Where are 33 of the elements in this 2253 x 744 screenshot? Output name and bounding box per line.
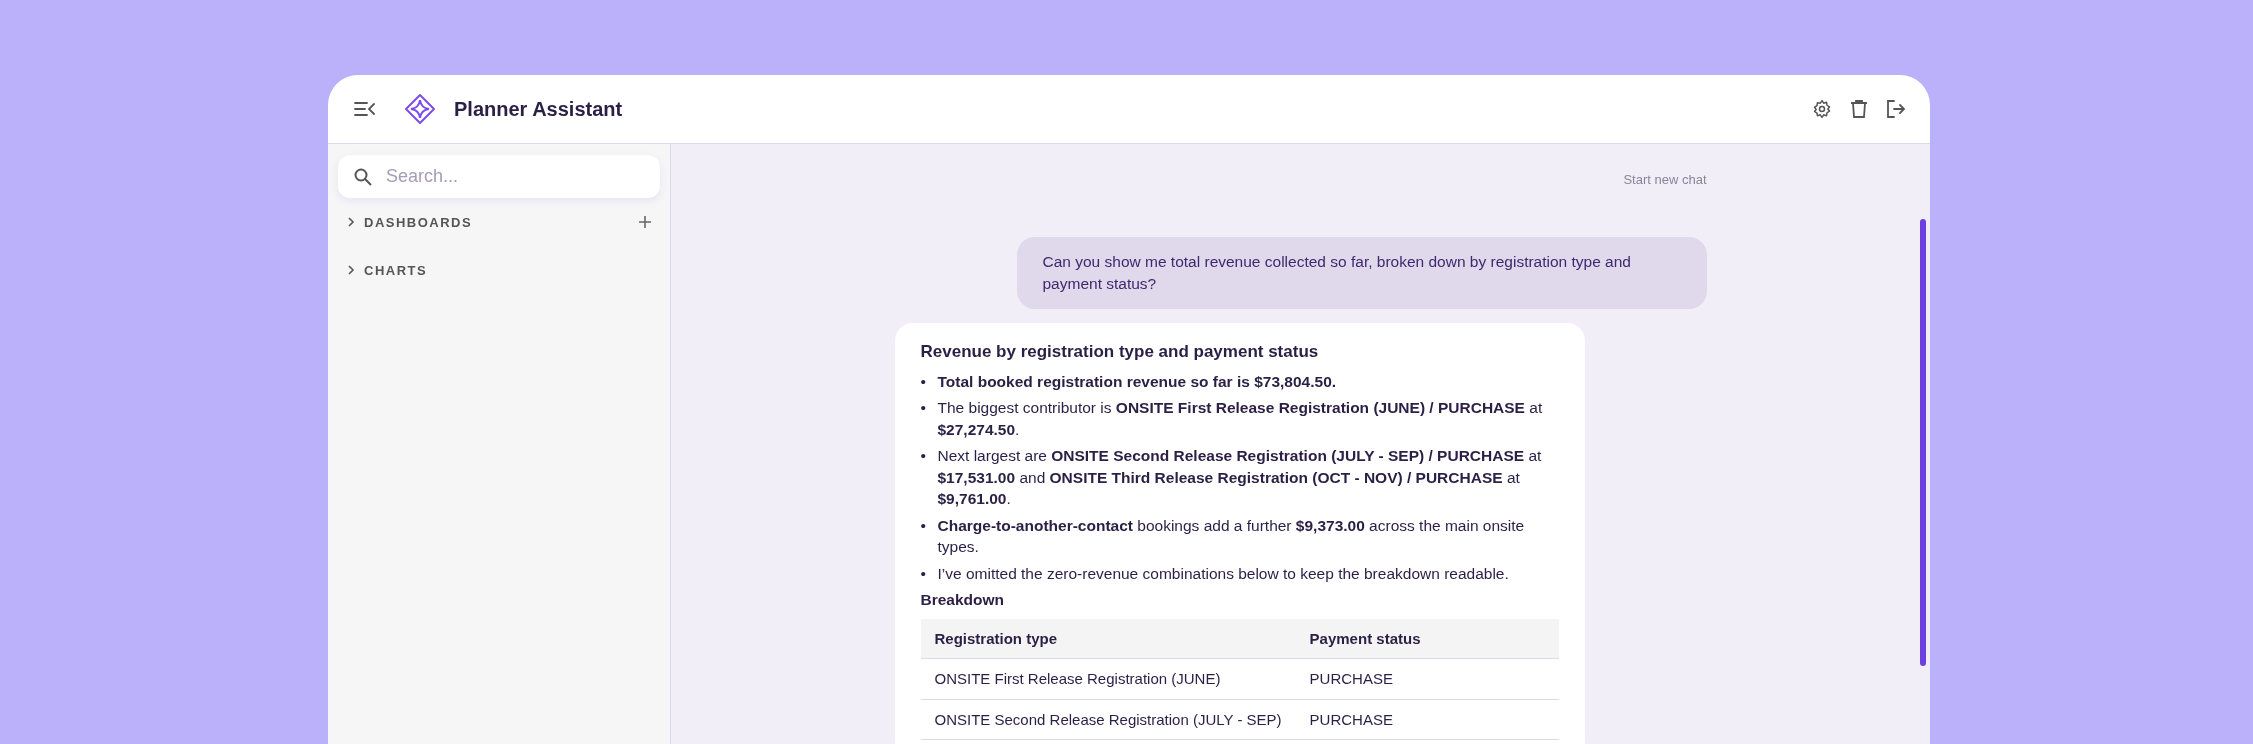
bullet-point: Next largest are ONSITE Second Release Registration (JULY - SEP) / PURCHASE at $17,531.00 and ONSITE Third Release Registration (OCT - NOV) / PURCHASE at $9,761.00. [937, 446, 1543, 509]
bullet-marker: • [920, 563, 927, 584]
table-cell: ONSITE Second Release Registration (JULY - SEP) [920, 699, 1296, 740]
bullet-point: I’ve omitted the zero-revenue combinations below to keep the breakdown readable. [937, 563, 1510, 584]
trash-icon[interactable] [1850, 99, 1868, 119]
column-header: Registration type [920, 618, 1296, 659]
bullet-marker: • [920, 371, 927, 392]
table-cell: ONSITE First Release Registration (JUNE) [920, 658, 1296, 699]
user-message: Can you show me total revenue collected so far, broken down by registration type and payment status? [1016, 237, 1707, 309]
bullet-marker: • [920, 446, 927, 466]
chevron-icon[interactable] [346, 216, 356, 228]
bullet-marker: • [920, 515, 927, 536]
column-header: Payment status [1295, 618, 1559, 659]
bullet-point: The biggest contributor is ONSITE First Release Registration (JUNE) / PURCHASE at $27,274.50. [937, 398, 1544, 440]
app-title: Planner Assistant [454, 97, 623, 121]
bullet-point: Total booked registration revenue so far is $73,804.50. [937, 371, 1338, 392]
breakdown-heading: Breakdown [920, 590, 1006, 610]
scrollbar-thumb[interactable] [1920, 219, 1926, 666]
collapse-sidebar-icon[interactable] [354, 101, 376, 117]
chevron-icon[interactable] [346, 264, 356, 276]
section-header[interactable]: DASHBOARDS [364, 214, 473, 230]
settings-icon[interactable] [1812, 99, 1832, 119]
search-field[interactable]: Search... [338, 155, 660, 198]
bullet-marker: • [920, 398, 927, 418]
logout-icon[interactable] [1886, 99, 1906, 119]
search-icon [354, 168, 372, 186]
table-cell: PURCHASE [1295, 699, 1559, 740]
logo-icon [404, 93, 436, 125]
bullet-point: Charge-to-another-contact bookings add a further $9,373.00 across the main onsite types. [937, 515, 1526, 557]
section-header[interactable]: CHARTS [364, 262, 428, 278]
table-cell: PURCHASE [1295, 658, 1559, 699]
response-title: Revenue by registration type and payment status [920, 341, 1320, 363]
plus-icon[interactable] [638, 215, 652, 229]
